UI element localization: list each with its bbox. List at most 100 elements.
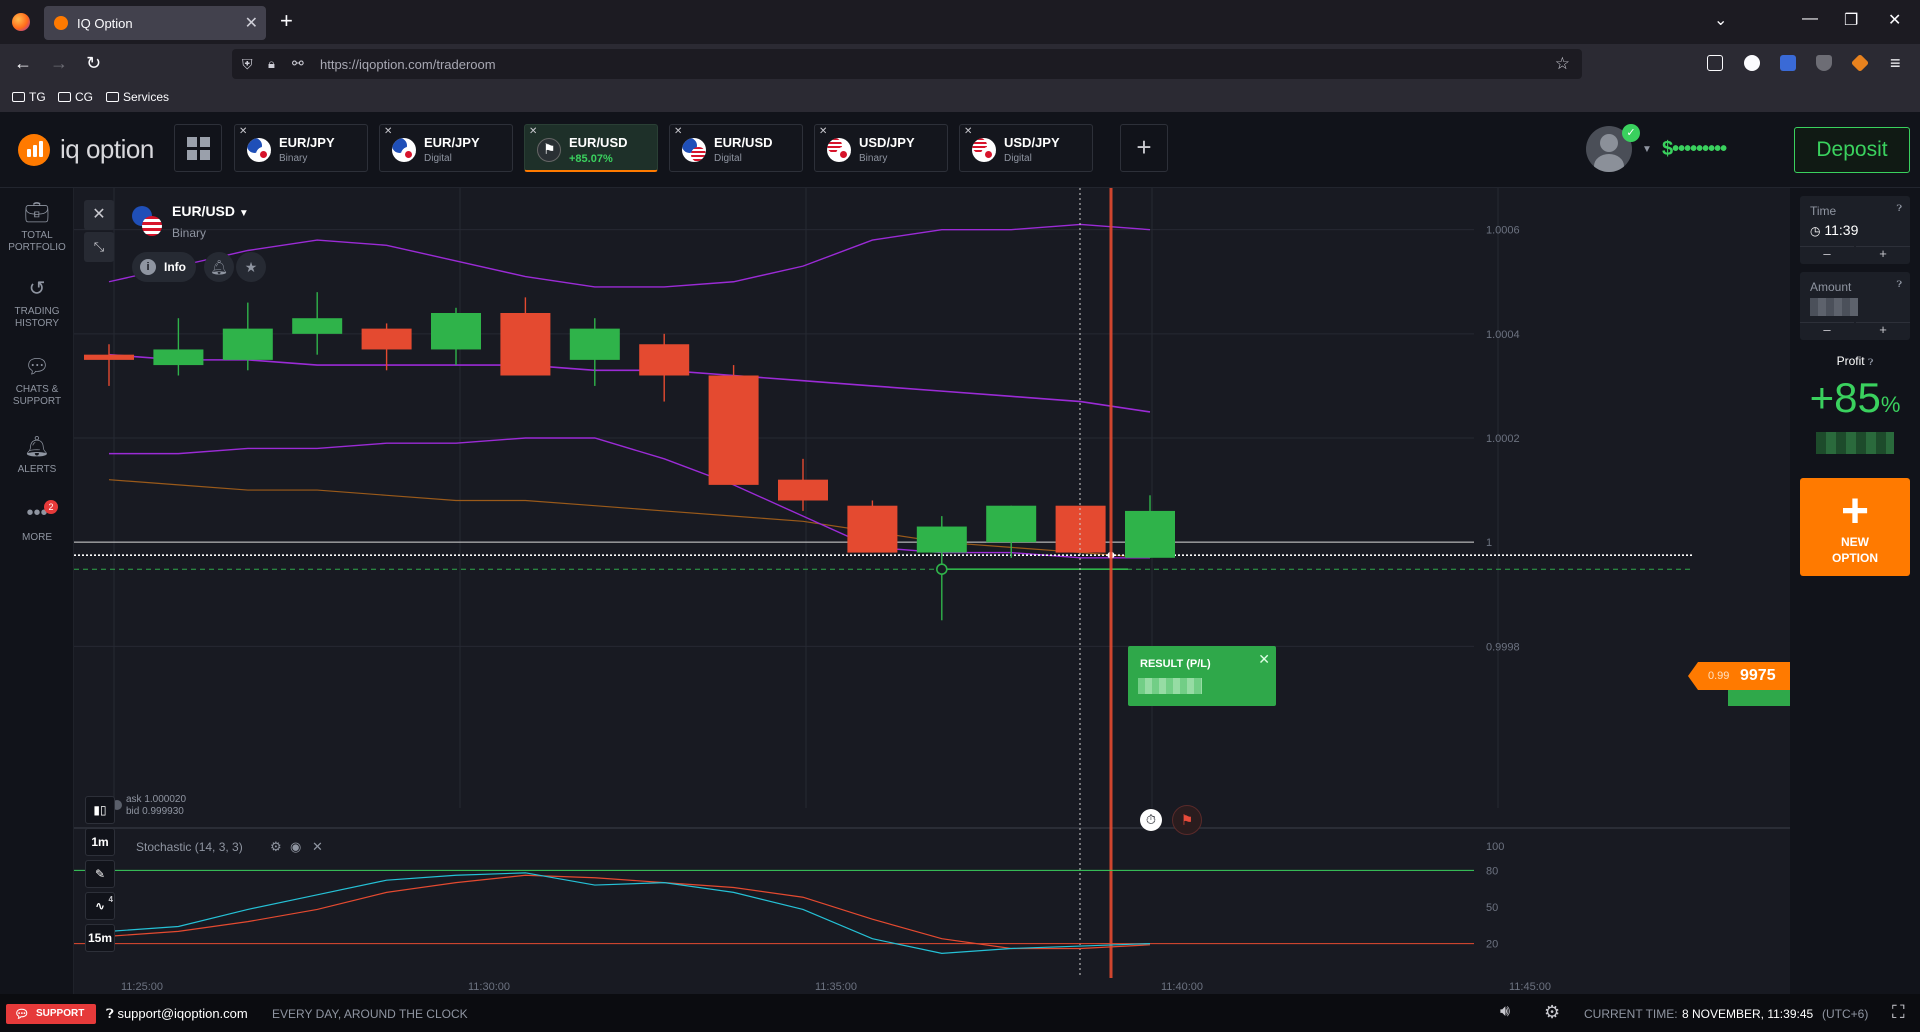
browser-tab-title: IQ Option	[77, 16, 133, 31]
close-tab-icon[interactable]: ✕	[819, 126, 827, 137]
amount-decrease-button[interactable]: –	[1800, 322, 1854, 338]
new-option-button[interactable]: + NEW OPTION	[1800, 478, 1910, 576]
result-pl-popup[interactable]: RESULT (P/L) ✕	[1128, 646, 1276, 706]
reload-icon[interactable]: ↻	[86, 53, 101, 74]
indicators-button[interactable]: ∿ 4	[85, 892, 115, 920]
asset-tab[interactable]: ✕ USD/JPY Digital	[959, 124, 1093, 172]
tracking-protection-icon[interactable]: ⛨	[242, 56, 253, 73]
info-button[interactable]: i Info	[132, 252, 196, 282]
browser-tab-bar: IQ Option ✕ + ⌄ — ❐ ✕	[0, 0, 1920, 44]
support-email[interactable]: ❓︎ support@iqoption.com	[106, 1006, 248, 1022]
pocket-icon[interactable]	[1707, 55, 1723, 71]
support-button[interactable]: 💬︎ SUPPORT	[6, 1004, 96, 1024]
browser-tab[interactable]: IQ Option ✕	[44, 6, 266, 40]
asset-tab[interactable]: ✕ EUR/USD Digital	[669, 124, 803, 172]
all-assets-grid-button[interactable]	[174, 124, 222, 172]
close-icon[interactable]: ✕	[1258, 651, 1270, 668]
close-chart-icon[interactable]: ✕	[84, 200, 114, 230]
stopwatch-icon: ⏱︎	[1140, 809, 1162, 831]
chat-icon: 💬︎	[14, 1007, 30, 1021]
sidebar-item-total-portfolio[interactable]: 💼︎ TOTAL PORTFOLIO	[0, 200, 74, 254]
firefox-logo-icon[interactable]	[12, 13, 30, 31]
currency-flag-icon	[972, 138, 996, 162]
close-tab-icon[interactable]: ✕	[384, 126, 392, 137]
chart-type-button[interactable]: ▮▯	[85, 796, 115, 824]
close-window-icon[interactable]: ✕	[1888, 10, 1901, 30]
asset-tab[interactable]: ✕ EUR/USD +85.07%	[524, 124, 658, 172]
stochastic-tick-label: 50	[1486, 902, 1498, 914]
left-sidebar: 💼︎ TOTAL PORTFOLIO ↺ TRADING HISTORY 💬︎ …	[0, 188, 74, 994]
help-icon[interactable]: ❓︎	[1868, 357, 1873, 367]
asset-tab[interactable]: ✕ EUR/JPY Binary	[234, 124, 368, 172]
time-input[interactable]: Time ❓︎ ◷ 11:39 – +	[1800, 196, 1910, 264]
balance-value[interactable]: $•••••••••	[1662, 138, 1727, 161]
chevron-down-icon[interactable]: ▼	[1642, 144, 1652, 155]
extension-l-icon[interactable]	[1744, 55, 1760, 71]
time-increase-button[interactable]: +	[1856, 246, 1910, 262]
profit-percent: +85%	[1809, 374, 1901, 421]
amount-increase-button[interactable]: +	[1856, 322, 1910, 338]
restore-icon[interactable]: ❐	[1844, 10, 1858, 30]
x-tick-label: 11:40:00	[1161, 981, 1203, 993]
bookmark-services[interactable]: Services	[106, 90, 169, 104]
eur-usd-flag-icon	[132, 206, 162, 236]
currency-flag-icon	[247, 138, 271, 162]
eye-icon[interactable]: ◉	[290, 839, 301, 855]
forward-icon[interactable]: →	[50, 53, 68, 74]
timeframe-1m-button[interactable]: 1m	[85, 828, 115, 856]
menu-icon[interactable]: ≡	[1890, 53, 1901, 74]
back-icon[interactable]: ←	[14, 53, 32, 74]
drawing-tools-button[interactable]: ✎	[85, 860, 115, 888]
y-tick-label: 1.0002	[1486, 433, 1520, 445]
y-tick-label: 1.0004	[1486, 329, 1520, 341]
url-bar[interactable]: ⛨ 🔒︎ ⚯ https://iqoption.com/traderoom ☆	[232, 49, 1582, 79]
help-icon[interactable]: ❓︎	[1897, 279, 1902, 290]
gear-icon[interactable]: ⚙	[270, 839, 282, 855]
sidebar-item-more[interactable]: ••• MORE	[0, 502, 74, 544]
lock-icon[interactable]: 🔒︎	[268, 56, 275, 72]
close-tab-icon[interactable]: ✕	[239, 126, 247, 137]
chat-icon: 💬︎	[24, 356, 50, 378]
help-icon[interactable]: ❓︎	[1897, 203, 1902, 214]
close-tab-icon[interactable]: ✕	[245, 13, 258, 33]
iqoption-logo-icon[interactable]	[18, 134, 50, 166]
close-icon[interactable]: ✕	[312, 839, 323, 855]
amount-input[interactable]: Amount ❓︎ – +	[1800, 272, 1910, 340]
close-tab-icon[interactable]: ✕	[674, 126, 682, 137]
extension-shield-icon[interactable]	[1816, 55, 1832, 71]
volume-icon[interactable]: 🔊︎	[1500, 1003, 1510, 1021]
gear-icon[interactable]: ⚙	[1544, 1002, 1560, 1023]
profit-amount-blurred	[1816, 432, 1894, 454]
collapse-icon[interactable]: ⤡	[84, 232, 114, 262]
fullscreen-icon[interactable]: ⛶	[1892, 1002, 1905, 1023]
permissions-icon[interactable]: ⚯	[292, 55, 304, 72]
add-asset-tab-button[interactable]: +	[1120, 124, 1168, 172]
timeframe-15m-button[interactable]: 15m	[85, 924, 115, 952]
sidebar-item-chats-support[interactable]: 💬︎ CHATS & SUPPORT	[0, 354, 74, 408]
deposit-button[interactable]: Deposit	[1794, 127, 1910, 173]
chart-area[interactable]: 1.0006 1.0004 1.0002 1 0.9998 100 80 50 20 11:25:…	[74, 188, 1790, 994]
alert-bell-button[interactable]: 🔔︎	[204, 252, 234, 282]
url-text[interactable]: https://iqoption.com/traderoom	[320, 57, 496, 72]
asset-tab[interactable]: ✕ USD/JPY Binary	[814, 124, 948, 172]
close-tab-icon[interactable]: ✕	[964, 126, 972, 137]
bookmark-star-icon[interactable]: ☆	[1555, 54, 1570, 74]
bookmark-cg[interactable]: CG	[58, 90, 93, 104]
favorite-star-button[interactable]: ★	[236, 252, 266, 282]
footer-bar: 💬︎ SUPPORT ❓︎ support@iqoption.com EVERY…	[0, 994, 1920, 1032]
bookmark-tg[interactable]: TG	[12, 90, 46, 104]
sidebar-item-trading-history[interactable]: ↺ TRADING HISTORY	[0, 276, 74, 330]
sidebar-item-alerts[interactable]: 🔔︎ ALERTS	[0, 434, 74, 476]
asset-tab-name: EUR/JPY	[424, 135, 480, 150]
time-decrease-button[interactable]: –	[1800, 246, 1854, 262]
asset-tab[interactable]: ✕ EUR/JPY Digital	[379, 124, 513, 172]
list-tabs-icon[interactable]: ⌄	[1714, 10, 1727, 30]
price-chart[interactable]: 1.0006 1.0004 1.0002 1 0.9998 100 80 50 20 11:25:…	[74, 188, 1790, 994]
close-tab-icon[interactable]: ✕	[529, 126, 537, 137]
minimize-icon[interactable]: —	[1802, 10, 1818, 28]
new-tab-icon[interactable]: +	[280, 8, 293, 34]
extension-blue-icon[interactable]	[1780, 55, 1796, 71]
asset-selector[interactable]: EUR/USD ▼	[172, 203, 249, 219]
logo-text[interactable]: iq option	[60, 134, 154, 165]
candle	[222, 328, 273, 360]
